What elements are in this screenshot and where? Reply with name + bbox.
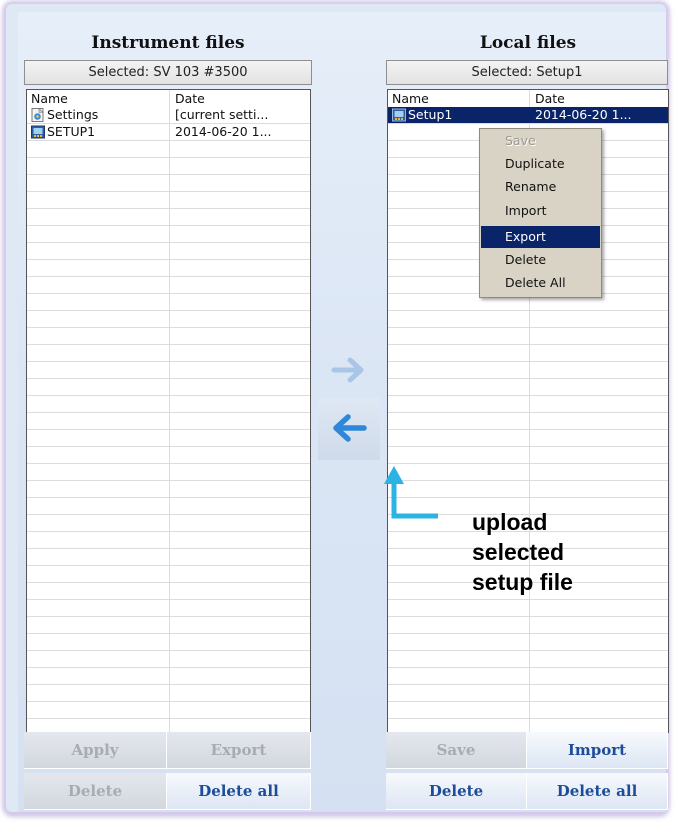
local-files-title: Local files bbox=[479, 33, 577, 53]
empty-row bbox=[388, 634, 668, 651]
empty-row bbox=[27, 634, 310, 651]
empty-row bbox=[388, 702, 668, 719]
annotation-line: upload bbox=[472, 509, 548, 535]
arrow-left-icon[interactable] bbox=[328, 413, 368, 443]
list-rows: Settings [current setti... SETUP1 2014-0… bbox=[27, 107, 310, 732]
empty-row bbox=[27, 294, 310, 311]
table-row[interactable]: SETUP1 2014-06-20 1... bbox=[27, 124, 310, 141]
empty-row bbox=[27, 447, 310, 464]
table-row[interactable]: Settings [current setti... bbox=[27, 107, 310, 124]
empty-row bbox=[27, 498, 310, 515]
column-header-name[interactable]: Name bbox=[392, 91, 429, 106]
empty-row bbox=[388, 362, 668, 379]
empty-row bbox=[27, 481, 310, 498]
menu-item-duplicate[interactable]: Duplicate bbox=[481, 153, 600, 175]
setup-file-icon bbox=[31, 125, 45, 139]
empty-row bbox=[388, 719, 668, 732]
menu-item-save[interactable]: Save bbox=[481, 130, 600, 152]
empty-row bbox=[27, 566, 310, 583]
save-button[interactable]: Save bbox=[386, 732, 527, 769]
column-header-date[interactable]: Date bbox=[535, 91, 565, 106]
empty-row bbox=[388, 413, 668, 430]
local-delete-button[interactable]: Delete bbox=[386, 773, 527, 810]
empty-row bbox=[27, 702, 310, 719]
list-header: Name Date bbox=[388, 90, 668, 107]
annotation-line: selected bbox=[472, 539, 565, 565]
empty-row bbox=[27, 209, 310, 226]
empty-row bbox=[27, 651, 310, 668]
empty-row bbox=[27, 226, 310, 243]
empty-row bbox=[27, 719, 310, 732]
empty-row bbox=[388, 600, 668, 617]
empty-row bbox=[388, 651, 668, 668]
empty-row bbox=[27, 141, 310, 158]
file-date: 2014-06-20 1... bbox=[175, 124, 272, 139]
empty-row bbox=[27, 413, 310, 430]
empty-row bbox=[27, 158, 310, 175]
menu-item-delete[interactable]: Delete bbox=[481, 249, 600, 271]
empty-row bbox=[27, 600, 310, 617]
empty-row bbox=[27, 464, 310, 481]
empty-row bbox=[388, 379, 668, 396]
file-name: SETUP1 bbox=[47, 124, 96, 139]
instrument-delete-all-button[interactable]: Delete all bbox=[167, 773, 311, 810]
empty-row bbox=[27, 277, 310, 294]
instrument-file-list[interactable]: Name Date Settings [current setti... SET… bbox=[26, 89, 311, 733]
instrument-files-title: Instrument files bbox=[91, 33, 245, 53]
file-name: Settings bbox=[47, 107, 99, 122]
local-selected-label: Selected: Setup1 bbox=[386, 60, 668, 85]
instrument-export-button[interactable]: Export bbox=[167, 732, 311, 769]
empty-row bbox=[388, 617, 668, 634]
file-name: Setup1 bbox=[408, 107, 453, 122]
column-header-name[interactable]: Name bbox=[31, 91, 68, 106]
empty-row bbox=[27, 260, 310, 277]
empty-row bbox=[388, 396, 668, 413]
list-header: Name Date bbox=[27, 90, 310, 107]
instrument-selected-label: Selected: SV 103 #3500 bbox=[24, 60, 312, 85]
menu-item-delete-all[interactable]: Delete All bbox=[481, 272, 600, 294]
table-row-selected[interactable]: Setup1 2014-06-20 1... bbox=[388, 107, 668, 124]
setup-file-icon bbox=[392, 108, 406, 122]
annotation-line: setup file bbox=[472, 569, 573, 595]
apply-button[interactable]: Apply bbox=[24, 732, 167, 769]
empty-row bbox=[27, 328, 310, 345]
empty-row bbox=[27, 192, 310, 209]
empty-row bbox=[27, 430, 310, 447]
empty-row bbox=[27, 685, 310, 702]
empty-row bbox=[27, 668, 310, 685]
empty-row bbox=[27, 583, 310, 600]
empty-row bbox=[27, 175, 310, 192]
empty-row bbox=[27, 396, 310, 413]
context-menu: Save Duplicate Rename Import Export Dele… bbox=[479, 128, 602, 298]
column-header-date[interactable]: Date bbox=[175, 91, 205, 106]
empty-row bbox=[27, 345, 310, 362]
annotation-pointer-arrow bbox=[384, 466, 438, 519]
empty-row bbox=[388, 685, 668, 702]
empty-row bbox=[27, 549, 310, 566]
empty-row bbox=[27, 532, 310, 549]
empty-row bbox=[388, 311, 668, 328]
empty-row bbox=[388, 328, 668, 345]
empty-row bbox=[27, 617, 310, 634]
empty-row bbox=[388, 430, 668, 447]
instrument-delete-button[interactable]: Delete bbox=[24, 773, 167, 810]
empty-row bbox=[27, 379, 310, 396]
empty-row bbox=[388, 668, 668, 685]
file-date: [current setti... bbox=[175, 107, 269, 122]
settings-file-icon bbox=[31, 108, 44, 122]
annotation-text: upload selected setup file bbox=[472, 507, 662, 597]
empty-row bbox=[27, 311, 310, 328]
empty-row bbox=[27, 362, 310, 379]
empty-row bbox=[27, 515, 310, 532]
file-date: 2014-06-20 1... bbox=[535, 107, 632, 122]
local-delete-all-button[interactable]: Delete all bbox=[527, 773, 668, 810]
empty-row bbox=[27, 243, 310, 260]
menu-item-import[interactable]: Import bbox=[481, 200, 600, 222]
empty-row bbox=[388, 345, 668, 362]
menu-item-rename[interactable]: Rename bbox=[481, 176, 600, 198]
arrow-right-icon[interactable] bbox=[330, 355, 370, 385]
import-button[interactable]: Import bbox=[527, 732, 668, 769]
menu-item-export[interactable]: Export bbox=[481, 226, 600, 248]
